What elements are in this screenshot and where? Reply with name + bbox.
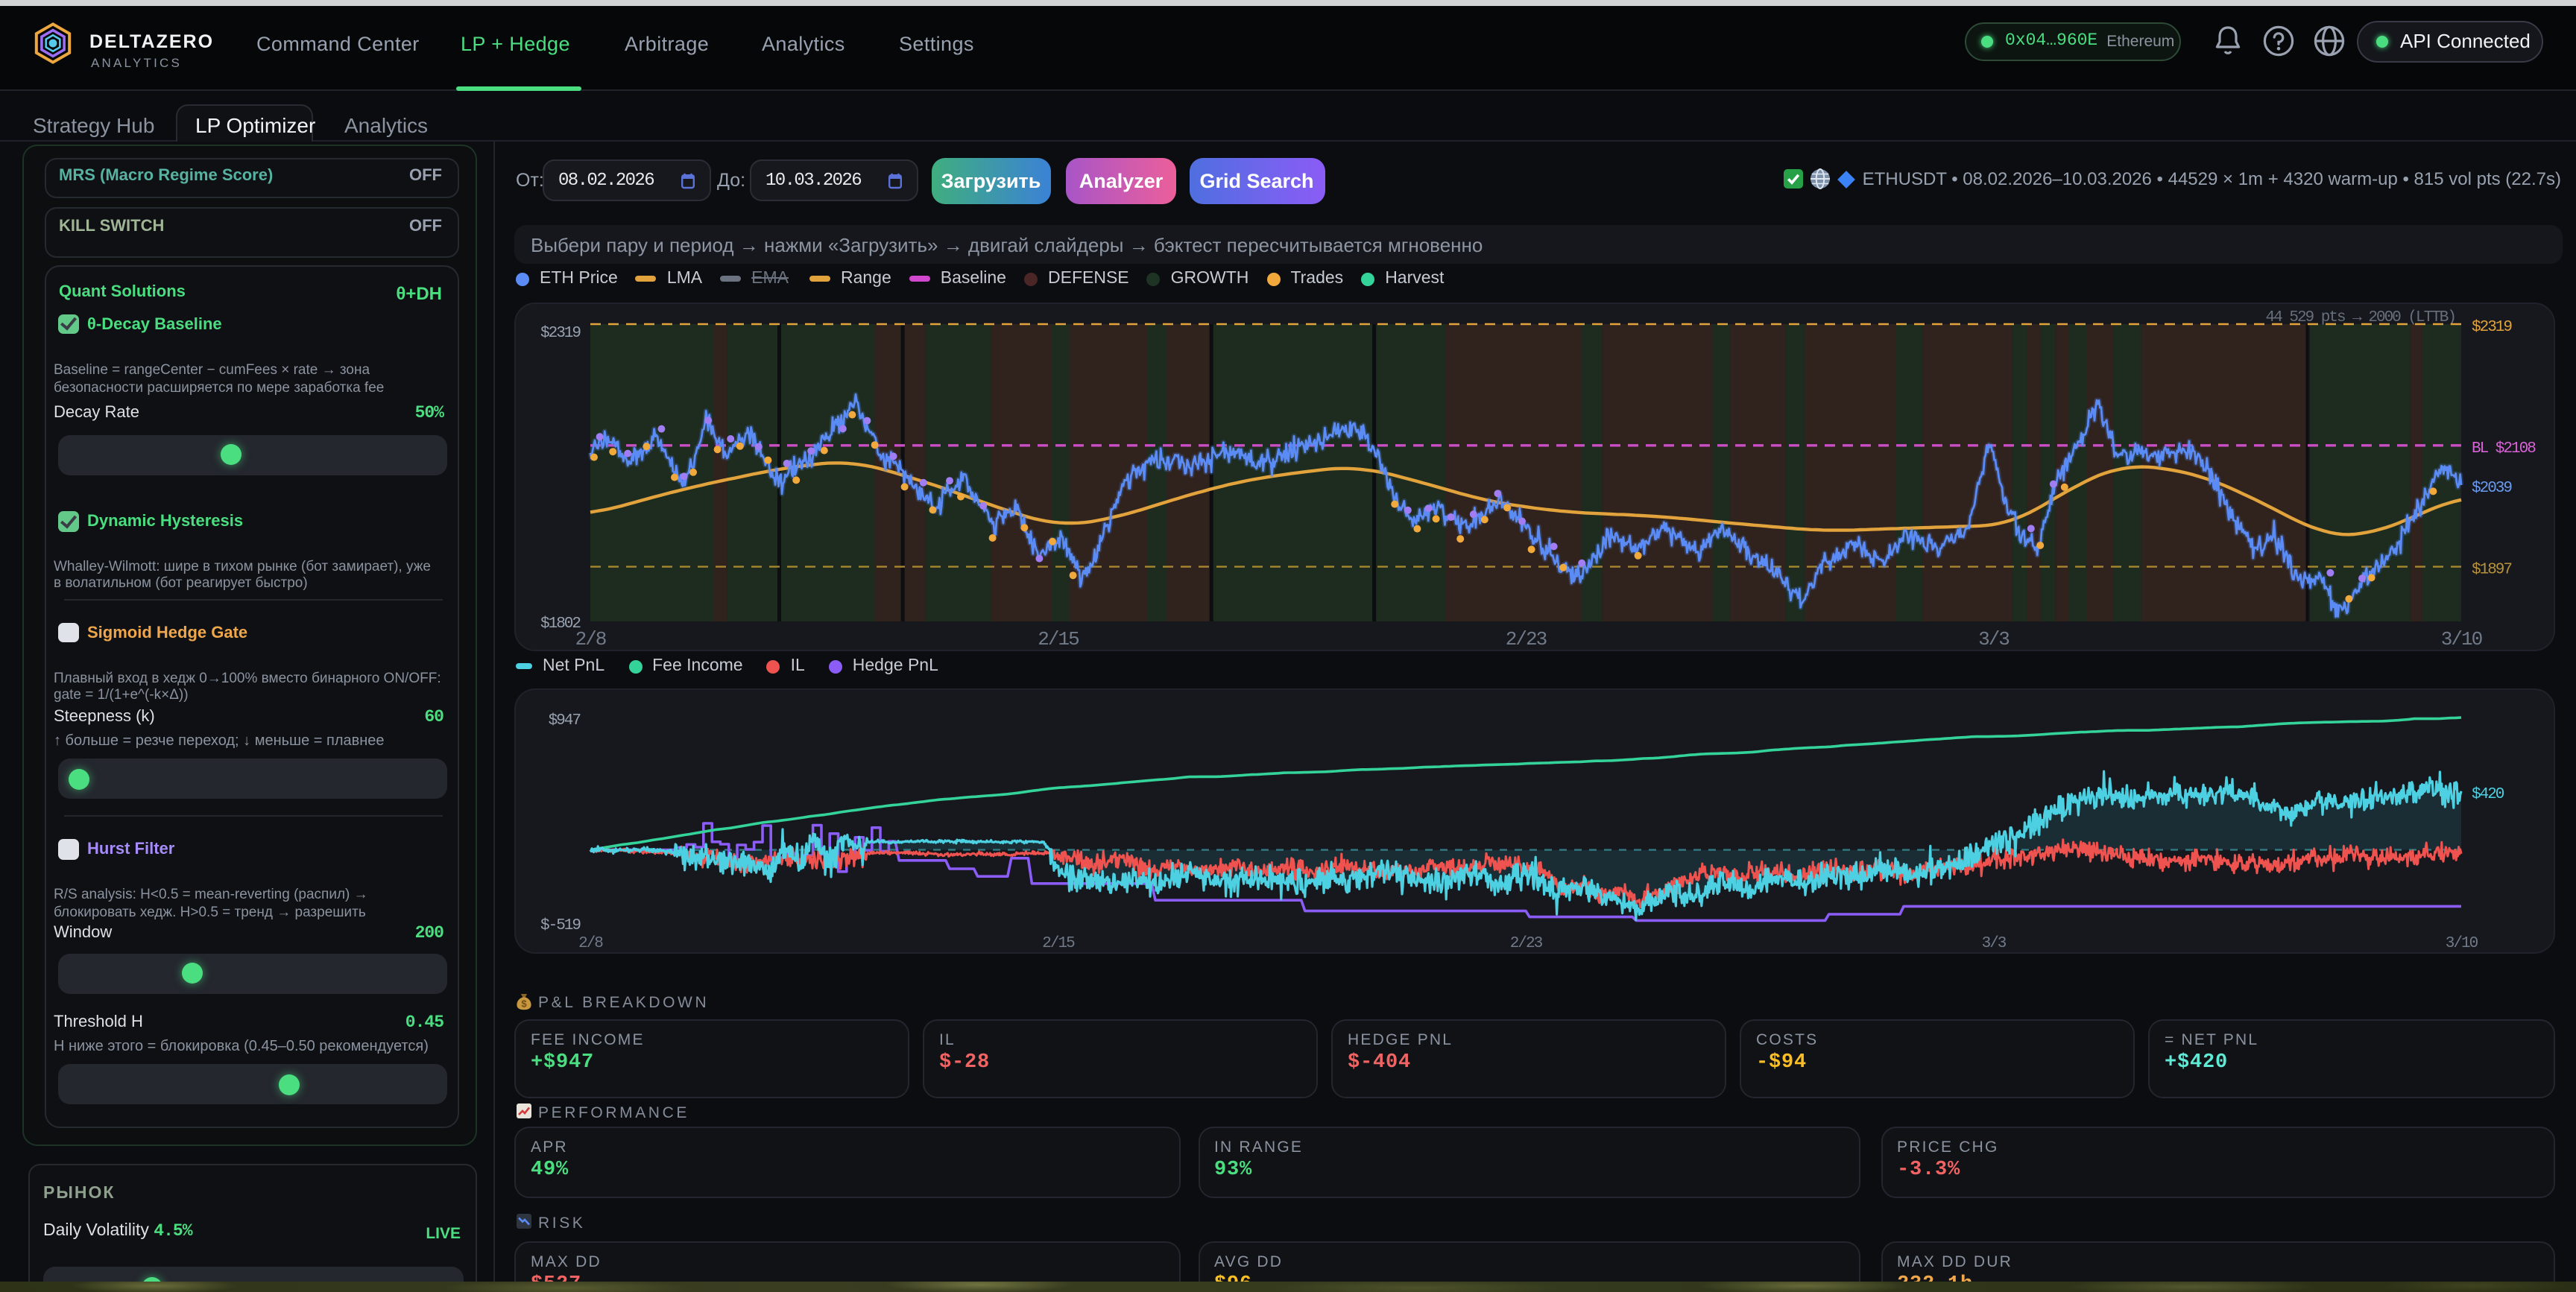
svg-text:$1897: $1897 [2472, 562, 2511, 579]
svg-text:$2319: $2319 [2472, 319, 2512, 336]
svg-text:$947: $947 [549, 712, 581, 729]
svg-text:2/8: 2/8 [578, 935, 603, 952]
svg-text:$2319: $2319 [540, 325, 581, 342]
svg-text:BL $2108: BL $2108 [2472, 440, 2536, 457]
svg-text:3/3: 3/3 [1978, 628, 2009, 650]
svg-text:$420: $420 [2472, 786, 2504, 803]
svg-text:2/8: 2/8 [575, 628, 606, 650]
svg-text:2/23: 2/23 [1506, 628, 1547, 650]
svg-text:$-519: $-519 [540, 917, 581, 934]
svg-text:2/23: 2/23 [1510, 935, 1543, 952]
svg-text:$2039: $2039 [2472, 480, 2512, 497]
svg-text:2/15: 2/15 [1042, 935, 1075, 952]
svg-text:3/10: 3/10 [2446, 935, 2478, 952]
svg-text:2/15: 2/15 [1038, 628, 1079, 650]
svg-text:3/10: 3/10 [2441, 628, 2482, 650]
svg-text:3/3: 3/3 [1982, 935, 2007, 952]
svg-text:$: $ [521, 998, 527, 1010]
